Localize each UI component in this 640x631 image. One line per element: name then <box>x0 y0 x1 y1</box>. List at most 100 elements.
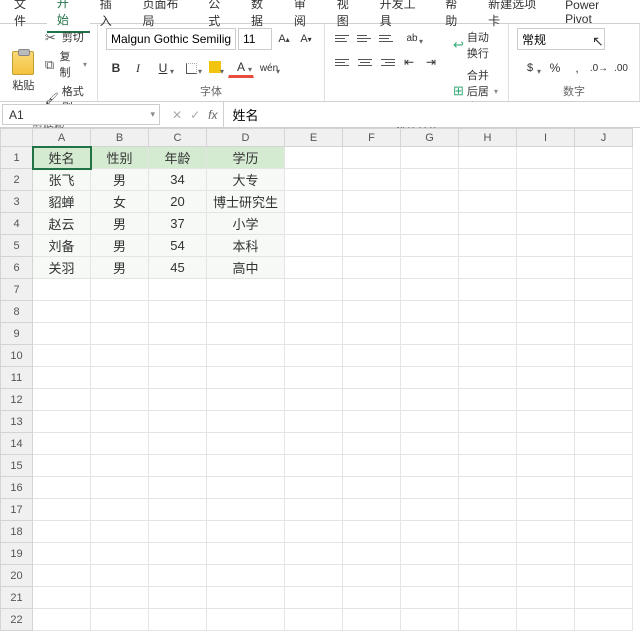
cell-B11[interactable] <box>91 367 149 389</box>
cell-H4[interactable] <box>459 213 517 235</box>
cell-C8[interactable] <box>149 301 207 323</box>
cell-B18[interactable] <box>91 521 149 543</box>
row-header-7[interactable]: 7 <box>1 279 33 301</box>
cell-F6[interactable] <box>343 257 401 279</box>
cell-C16[interactable] <box>149 477 207 499</box>
cell-B15[interactable] <box>91 455 149 477</box>
cell-J8[interactable] <box>575 301 633 323</box>
cell-I3[interactable] <box>517 191 575 213</box>
cell-B16[interactable] <box>91 477 149 499</box>
col-header-G[interactable]: G <box>401 129 459 147</box>
row-header-15[interactable]: 15 <box>1 455 33 477</box>
cell-H9[interactable] <box>459 323 517 345</box>
cell-J12[interactable] <box>575 389 633 411</box>
cell-J15[interactable] <box>575 455 633 477</box>
select-all-corner[interactable] <box>1 129 33 147</box>
cell-B1[interactable]: 性别 <box>91 147 149 169</box>
cell-F4[interactable] <box>343 213 401 235</box>
cell-J2[interactable] <box>575 169 633 191</box>
indent-decrease-button[interactable]: ⇤ <box>399 52 419 72</box>
sheet-grid[interactable]: ABCDEFGHIJ1姓名性别年龄学历2张飞男34大专3貂蝉女20博士研究生4赵… <box>0 128 640 631</box>
cell-I8[interactable] <box>517 301 575 323</box>
increase-decimal-button[interactable]: .0→ <box>589 58 609 78</box>
cell-B14[interactable] <box>91 433 149 455</box>
decrease-font-button[interactable]: A▾ <box>296 29 316 49</box>
cell-B5[interactable]: 男 <box>91 235 149 257</box>
cell-G5[interactable] <box>401 235 459 257</box>
cell-B20[interactable] <box>91 565 149 587</box>
cell-G21[interactable] <box>401 587 459 609</box>
row-header-16[interactable]: 16 <box>1 477 33 499</box>
cell-J18[interactable] <box>575 521 633 543</box>
wrap-text-button[interactable]: 自动换行 <box>451 28 500 62</box>
col-header-H[interactable]: H <box>459 129 517 147</box>
cell-D2[interactable]: 大专 <box>207 169 285 191</box>
cell-E10[interactable] <box>285 345 343 367</box>
cell-J17[interactable] <box>575 499 633 521</box>
cell-D7[interactable] <box>207 279 285 301</box>
cell-D6[interactable]: 高中 <box>207 257 285 279</box>
cell-B13[interactable] <box>91 411 149 433</box>
cell-A6[interactable]: 关羽 <box>33 257 91 279</box>
cell-E8[interactable] <box>285 301 343 323</box>
cell-H15[interactable] <box>459 455 517 477</box>
cell-H3[interactable] <box>459 191 517 213</box>
cell-H13[interactable] <box>459 411 517 433</box>
row-header-10[interactable]: 10 <box>1 345 33 367</box>
cell-C22[interactable] <box>149 609 207 631</box>
cell-E22[interactable] <box>285 609 343 631</box>
cell-G12[interactable] <box>401 389 459 411</box>
cell-A5[interactable]: 刘备 <box>33 235 91 257</box>
cell-J21[interactable] <box>575 587 633 609</box>
cell-H22[interactable] <box>459 609 517 631</box>
cell-F17[interactable] <box>343 499 401 521</box>
cell-I21[interactable] <box>517 587 575 609</box>
cell-B4[interactable]: 男 <box>91 213 149 235</box>
cell-G16[interactable] <box>401 477 459 499</box>
cell-G20[interactable] <box>401 565 459 587</box>
cell-H6[interactable] <box>459 257 517 279</box>
cell-F5[interactable] <box>343 235 401 257</box>
cell-A13[interactable] <box>33 411 91 433</box>
cell-D21[interactable] <box>207 587 285 609</box>
cell-A20[interactable] <box>33 565 91 587</box>
align-left-button[interactable] <box>333 52 353 72</box>
cell-C15[interactable] <box>149 455 207 477</box>
border-button[interactable] <box>178 58 204 78</box>
cell-D5[interactable]: 本科 <box>207 235 285 257</box>
cell-J19[interactable] <box>575 543 633 565</box>
cell-E19[interactable] <box>285 543 343 565</box>
cell-G18[interactable] <box>401 521 459 543</box>
row-header-13[interactable]: 13 <box>1 411 33 433</box>
cell-I19[interactable] <box>517 543 575 565</box>
col-header-C[interactable]: C <box>149 129 207 147</box>
cell-F12[interactable] <box>343 389 401 411</box>
cell-C3[interactable]: 20 <box>149 191 207 213</box>
cell-A11[interactable] <box>33 367 91 389</box>
cell-H19[interactable] <box>459 543 517 565</box>
row-header-8[interactable]: 8 <box>1 301 33 323</box>
row-header-9[interactable]: 9 <box>1 323 33 345</box>
cell-J4[interactable] <box>575 213 633 235</box>
cell-F18[interactable] <box>343 521 401 543</box>
row-header-6[interactable]: 6 <box>1 257 33 279</box>
cell-H7[interactable] <box>459 279 517 301</box>
number-format-combo[interactable] <box>517 28 605 50</box>
increase-font-button[interactable]: A▴ <box>274 29 294 49</box>
cell-G10[interactable] <box>401 345 459 367</box>
fill-color-button[interactable] <box>206 58 226 78</box>
cell-H14[interactable] <box>459 433 517 455</box>
row-header-18[interactable]: 18 <box>1 521 33 543</box>
cell-C6[interactable]: 45 <box>149 257 207 279</box>
cell-B2[interactable]: 男 <box>91 169 149 191</box>
percent-button[interactable]: % <box>545 58 565 78</box>
cell-J6[interactable] <box>575 257 633 279</box>
cell-D1[interactable]: 学历 <box>207 147 285 169</box>
cell-H16[interactable] <box>459 477 517 499</box>
cell-E11[interactable] <box>285 367 343 389</box>
row-header-4[interactable]: 4 <box>1 213 33 235</box>
cell-A12[interactable] <box>33 389 91 411</box>
indent-increase-button[interactable]: ⇥ <box>421 52 441 72</box>
cell-F9[interactable] <box>343 323 401 345</box>
cell-J14[interactable] <box>575 433 633 455</box>
